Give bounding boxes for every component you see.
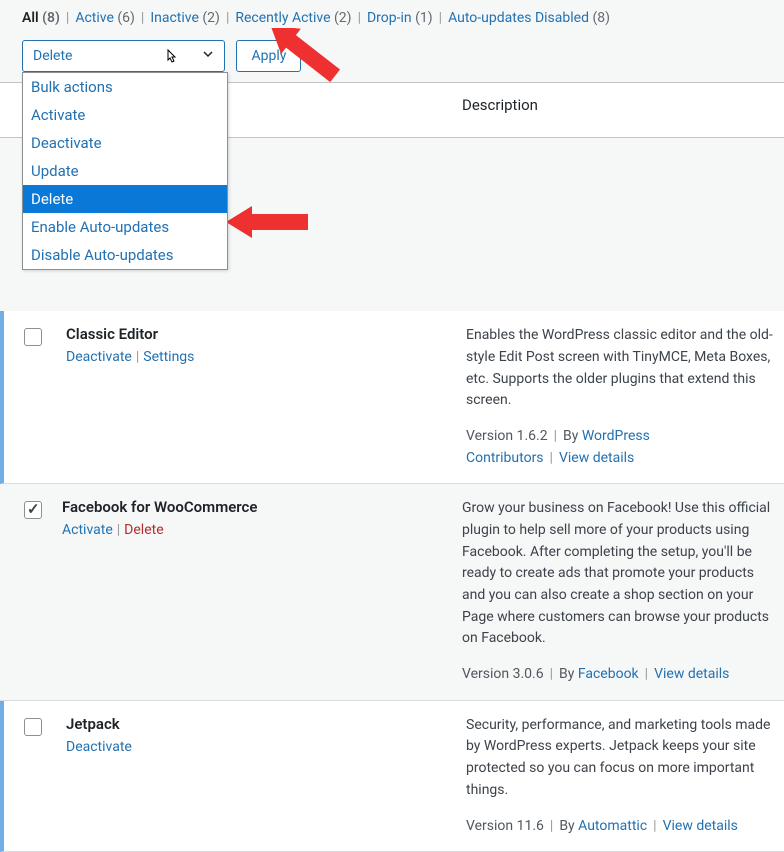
plugin-row: Facebook for WooCommerceActivate|DeleteG… (0, 484, 784, 701)
plugin-checkbox[interactable] (24, 501, 42, 519)
plugin-row: Jetpack Deactivate Security, performance, … (0, 701, 784, 852)
action-deactivate[interactable]: Deactivate (66, 739, 132, 755)
view-details-link[interactable]: View details (654, 666, 729, 682)
filter-all[interactable]: All (8) (22, 10, 60, 26)
filter-links: All (8)|Active (6)|Inactive (2)|Recently… (0, 0, 784, 30)
plugin-description: Grow your business on Facebook! Use this… (462, 498, 776, 650)
filter-drop-in[interactable]: Drop-in (1) (367, 10, 433, 26)
bulk-option-update[interactable]: Update (23, 157, 227, 185)
action-settings[interactable]: Settings (143, 349, 194, 365)
plugin-meta: Version 5.0.2|By Automattic|View details (462, 274, 776, 296)
bulk-action-dropdown: Bulk actionsActivateDeactivateUpdateDele… (22, 72, 228, 270)
bulk-option-disable-auto-updates[interactable]: Disable Auto-updates (23, 241, 227, 269)
filter-inactive[interactable]: Inactive (2) (150, 10, 220, 26)
filter-active[interactable]: Active (6) (75, 10, 135, 26)
plugin-row: Classic EditorDeactivate|SettingsEnables… (0, 311, 784, 484)
chevron-down-icon (202, 48, 214, 64)
plugin-description: Used by millions, Akismet is quite possi… (462, 152, 776, 260)
filter-auto-updates-disabled[interactable]: Auto-updates Disabled (8) (448, 10, 610, 26)
plugin-description: Security, performance, and marketing too… (466, 715, 776, 802)
author-link[interactable]: Automattic (578, 818, 647, 834)
action-activate[interactable]: Activate (62, 522, 113, 538)
bulk-option-delete[interactable]: Delete (23, 185, 227, 213)
bulk-option-activate[interactable]: Activate (23, 101, 227, 129)
view-details-link[interactable]: View details (662, 276, 737, 292)
plugin-title: Classic Editor (66, 325, 450, 343)
bulk-actions-row: Delete Bulk actionsActivateDeactivateUpd… (0, 30, 784, 82)
plugin-title: Jetpack (66, 715, 450, 733)
action-delete[interactable]: Delete (124, 522, 163, 538)
plugin-checkbox[interactable] (24, 328, 42, 346)
bulk-option-deactivate[interactable]: Deactivate (23, 129, 227, 157)
column-description[interactable]: Description (454, 83, 784, 137)
action-deactivate[interactable]: Deactivate (66, 349, 132, 365)
bulk-action-select[interactable]: Delete (22, 40, 225, 72)
view-details-link[interactable]: View details (559, 450, 634, 466)
author-link[interactable]: Facebook (578, 666, 639, 682)
plugin-meta: Version 11.6|By Automattic|View details (466, 816, 776, 838)
bulk-option-enable-auto-updates[interactable]: Enable Auto-updates (23, 213, 227, 241)
filter-recently-active[interactable]: Recently Active (2) (235, 10, 351, 26)
bulk-select-value: Delete (33, 48, 72, 64)
plugin-checkbox[interactable] (24, 718, 42, 736)
author-link[interactable]: Automattic (578, 276, 647, 292)
plugin-meta: Version 1.6.2|By WordPress Contributors|… (466, 426, 776, 469)
plugin-description: Enables the WordPress classic editor and… (466, 325, 776, 412)
apply-button[interactable]: Apply (236, 40, 301, 72)
plugin-title: Facebook for WooCommerce (62, 498, 446, 516)
plugin-meta: Version 3.0.6|By Facebook|View details (462, 664, 776, 686)
bulk-option-bulk-actions[interactable]: Bulk actions (23, 73, 227, 101)
view-details-link[interactable]: View details (663, 818, 738, 834)
